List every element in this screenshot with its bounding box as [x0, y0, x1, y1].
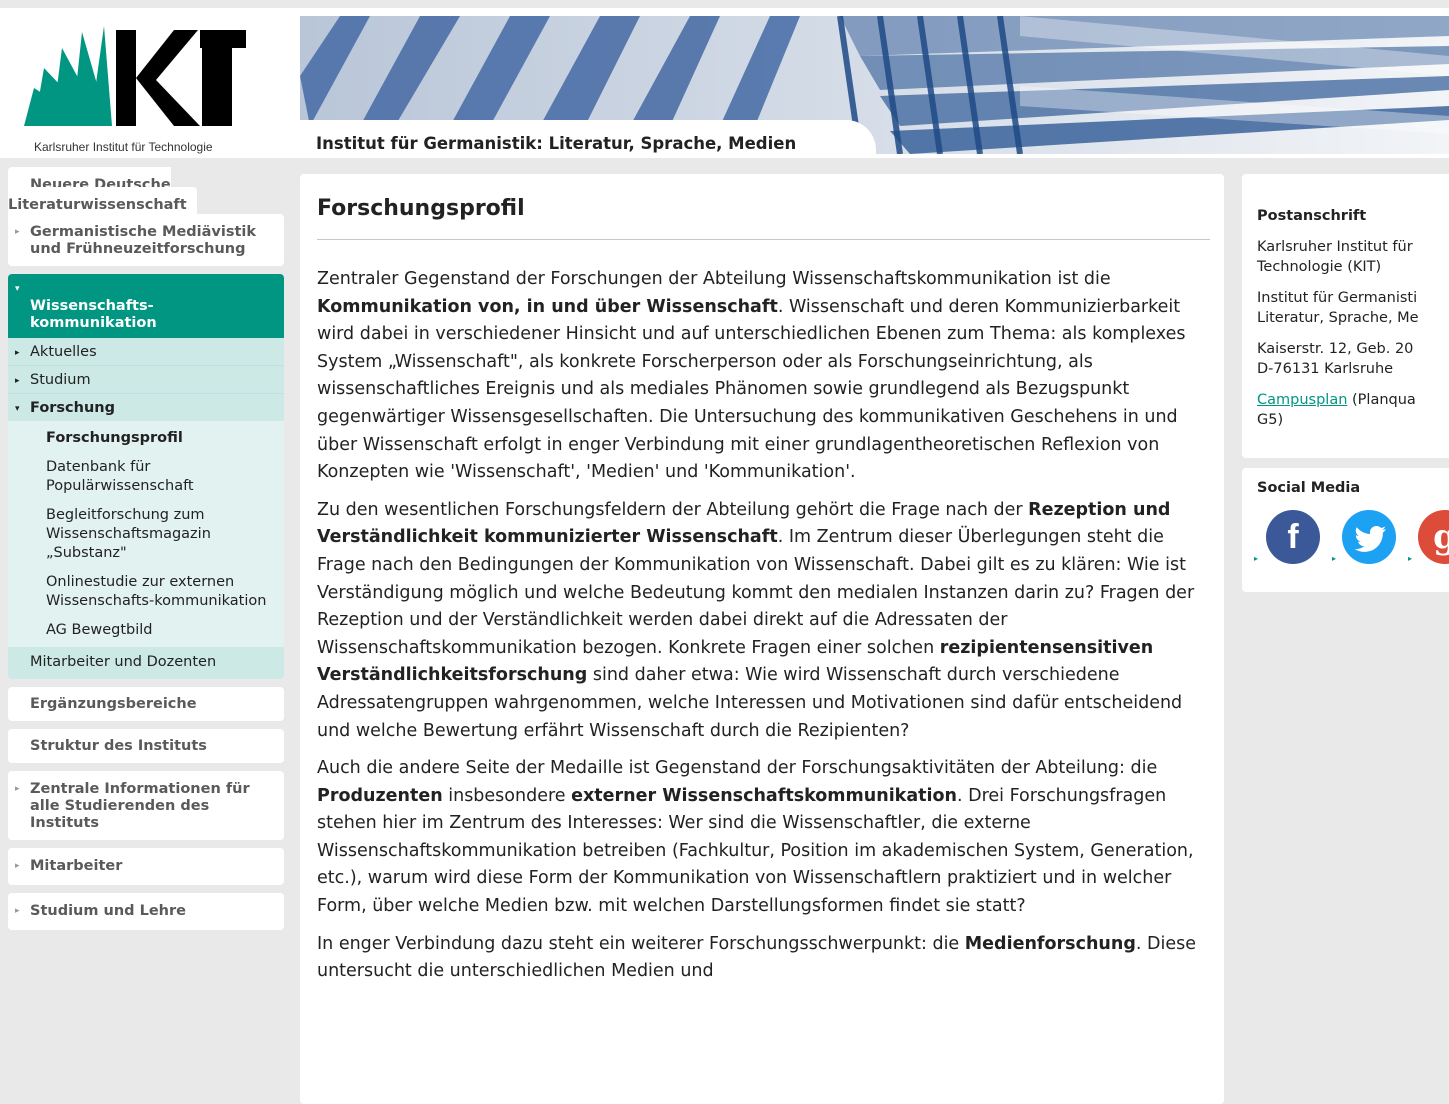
nav-item-studium-und-lehre[interactable]: ▸ Studium und Lehre: [8, 893, 284, 930]
chevron-right-icon: ▸: [15, 906, 20, 916]
nav-item-struktur[interactable]: Struktur des Instituts: [8, 729, 284, 763]
chevron-down-icon: ▾: [15, 404, 20, 414]
kit-letter-t-icon: [200, 30, 246, 126]
twitter-bird-icon: [1354, 526, 1386, 552]
address-line: G5): [1257, 412, 1284, 428]
postal-address-box: Postanschrift Karlsruher Institut für Te…: [1242, 174, 1449, 458]
institute-title: Institut für Germanistik: Literatur, Spr…: [316, 134, 797, 153]
nav-item-label: Studium und Lehre: [30, 903, 186, 919]
address-line: Kaiserstr. 12, Geb. 20: [1257, 341, 1414, 357]
chevron-right-icon: ▸: [15, 784, 20, 794]
nav-link-begleitforschung[interactable]: Begleitforschung zum Wissenschaftsmagazi…: [8, 501, 284, 568]
nav-item-neuere-deutsche-literaturwissenschaft[interactable]: Neuere Deutsche Literaturwissenschaft: [8, 167, 197, 219]
paragraph-4: In enger Verbindung dazu steht ein weite…: [317, 933, 1196, 982]
site-header: Karlsruher Institut für Technologie Inst…: [0, 8, 1449, 158]
nav-link-ag-bewegtbild[interactable]: AG Bewegtbild: [8, 616, 284, 647]
campusplan-line: Campusplan (Planqua: [1257, 390, 1416, 410]
google-plus-icon[interactable]: g: [1418, 510, 1449, 564]
nav-forschung-list: Forschungsprofil Datenbank für Populärwi…: [8, 421, 284, 647]
chevron-right-icon: ▸: [1332, 554, 1337, 563]
google-plus-glyph: g: [1433, 517, 1449, 557]
nav-link-forschungsprofil[interactable]: Forschungsprofil: [8, 421, 284, 453]
address-line: Institut für Germanisti: [1257, 290, 1418, 306]
nav-section-wissenschaftskommunikation: ▾ Wissenschafts- kommunikation ▸ Aktuelles…: [8, 274, 284, 679]
nav-item-label: Studium: [30, 372, 91, 388]
nav-link-datenbank[interactable]: Datenbank für Populärwissenschaft: [8, 453, 284, 501]
nav-link-onlinestudie[interactable]: Onlinestudie zur externen Wissenschafts-…: [8, 568, 284, 616]
twitter-icon[interactable]: [1342, 510, 1396, 564]
chevron-down-icon: ▾: [15, 284, 20, 294]
postal-title: Postanschrift: [1257, 208, 1367, 224]
chevron-right-icon: ▸: [15, 227, 20, 237]
nav-item-ergaenzungsbereiche[interactable]: Ergänzungsbereiche: [8, 687, 284, 721]
nav-item-label: Wissenschafts- kommunikation: [30, 298, 157, 331]
nav-item-label: Mitarbeiter: [30, 858, 123, 874]
left-navigation: Neuere Deutsche Literaturwissenschaft ▸ …: [8, 167, 284, 938]
nav-item-label: Ergänzungsbereiche: [30, 696, 197, 712]
social-media-title: Social Media: [1257, 480, 1361, 496]
nav-sublist: ▸ Aktuelles ▸ Studium ▾ Forschung: [8, 338, 284, 421]
nav-item-wissenschaftskommunikation[interactable]: ▾ Wissenschafts- kommunikation: [8, 274, 284, 338]
article-body: Zentraler Gegenstand der Forschungen der…: [317, 266, 1217, 996]
institute-title-tab: Institut für Germanistik: Literatur, Spr…: [300, 120, 876, 154]
nav-subitem-mitarbeiter-dozenten[interactable]: Mitarbeiter und Dozenten: [8, 647, 284, 679]
page-title: Forschungsprofil: [317, 196, 525, 221]
top-strip: [0, 0, 1449, 8]
chevron-right-icon: ▸: [1408, 554, 1413, 563]
nav-item-label: Neuere Deutsche Literaturwissenschaft: [8, 177, 187, 213]
nav-item-label: Forschung: [30, 400, 116, 416]
nav-item-label: Zentrale Informationen für alle Studiere…: [30, 781, 250, 831]
header-banner: Institut für Germanistik: Literatur, Spr…: [300, 16, 1449, 154]
nav-item-label: Aktuelles: [30, 344, 97, 360]
title-divider: [317, 239, 1210, 240]
campusplan-text: (Planqua: [1347, 392, 1416, 408]
address-line: Karlsruher Institut für: [1257, 239, 1413, 255]
campusplan-link[interactable]: Campusplan: [1257, 392, 1347, 408]
nav-item-label: Struktur des Instituts: [30, 738, 207, 754]
main-content: Forschungsprofil Zentraler Gegenstand de…: [300, 174, 1224, 1104]
facebook-icon[interactable]: f: [1266, 510, 1320, 564]
chevron-right-icon: ▸: [1254, 554, 1259, 563]
logo-subtitle: Karlsruher Institut für Technologie: [34, 140, 213, 154]
address-line: Literatur, Sprache, Me: [1257, 310, 1419, 326]
paragraph-3: Auch die andere Seite der Medaille ist G…: [317, 758, 1194, 917]
nav-item-mediaevistik[interactable]: ▸ Germanistische Mediävistik und Frühneu…: [8, 214, 284, 266]
kit-logo[interactable]: Karlsruher Institut für Technologie: [24, 26, 264, 154]
chevron-right-icon: ▸: [15, 861, 20, 871]
chevron-right-icon: ▸: [15, 348, 20, 358]
address-line: Technologie (KIT): [1257, 259, 1382, 275]
address-line: D-76131 Karlsruhe: [1257, 361, 1394, 377]
nav-subitem-studium[interactable]: ▸ Studium: [8, 366, 284, 394]
nav-subitem-forschung[interactable]: ▾ Forschung: [8, 394, 284, 421]
facebook-glyph: f: [1287, 518, 1299, 556]
nav-item-mitarbeiter[interactable]: ▸ Mitarbeiter: [8, 848, 284, 885]
nav-item-label: Germanistische Mediävistik und Frühneuze…: [30, 224, 257, 257]
paragraph-1: Zentraler Gegenstand der Forschungen der…: [317, 269, 1186, 483]
nav-item-zentrale-informationen[interactable]: ▸ Zentrale Informationen für alle Studie…: [8, 771, 284, 840]
paragraph-2: Zu den wesentlichen Forschungsfeldern de…: [317, 499, 1195, 741]
social-media-box: Social Media f ▸ ▸ g ▸: [1242, 468, 1449, 592]
chevron-right-icon: ▸: [15, 376, 20, 386]
nav-subitem-aktuelles[interactable]: ▸ Aktuelles: [8, 338, 284, 366]
